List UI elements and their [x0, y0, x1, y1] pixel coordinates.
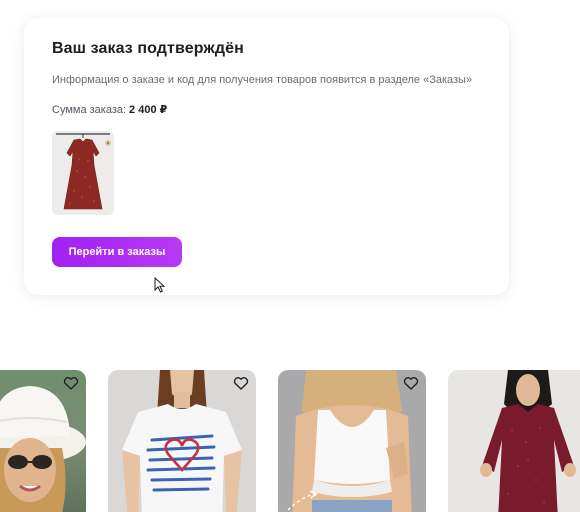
page: Ваш заказ подтверждён Информация о заказ… [0, 0, 580, 512]
product-card[interactable] [108, 370, 256, 512]
order-info-text: Информация о заказе и код для получения … [52, 74, 473, 86]
order-title: Ваш заказ подтверждён [52, 40, 244, 57]
favorite-heart-icon[interactable] [402, 374, 420, 392]
ordered-product-thumbnail[interactable] [52, 131, 114, 215]
favorite-heart-icon[interactable] [232, 374, 250, 392]
product-card[interactable] [448, 370, 580, 512]
product-card[interactable] [0, 370, 86, 512]
go-to-orders-button[interactable]: Перейти в заказы [52, 237, 182, 267]
favorite-heart-icon[interactable] [62, 374, 80, 392]
order-confirmation-card: Ваш заказ подтверждён Информация о заказ… [24, 18, 509, 295]
order-sum-label: Сумма заказа: [52, 104, 127, 116]
product-image-burgundy-dress [448, 370, 580, 512]
order-sum-value: 2 400 ₽ [129, 104, 168, 116]
product-card[interactable] [278, 370, 426, 512]
red-dress-image [52, 131, 114, 215]
order-sum: Сумма заказа: 2 400 ₽ [52, 103, 167, 116]
mouse-pointer-icon [154, 277, 166, 293]
